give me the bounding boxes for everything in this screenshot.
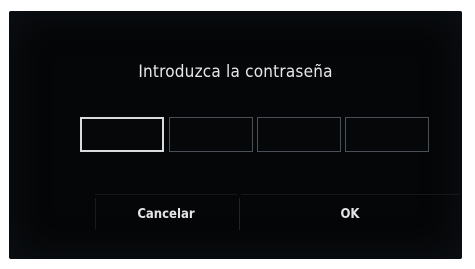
button-divider <box>239 198 240 230</box>
pin-digit-1[interactable] <box>80 117 164 152</box>
pin-digit-2[interactable] <box>169 117 253 152</box>
pin-entry <box>80 117 430 154</box>
password-dialog: Introduzca la contraseña Cancelar OK <box>9 11 462 259</box>
pin-digit-3[interactable] <box>257 117 341 152</box>
dialog-buttons: Cancelar OK <box>9 194 462 234</box>
cancel-button[interactable]: Cancelar <box>95 194 237 235</box>
pin-digit-4[interactable] <box>345 117 429 152</box>
screen: Introduzca la contraseña Cancelar OK <box>0 0 475 269</box>
dialog-title: Introduzca la contraseña <box>138 62 333 82</box>
ok-button[interactable]: OK <box>241 194 459 235</box>
